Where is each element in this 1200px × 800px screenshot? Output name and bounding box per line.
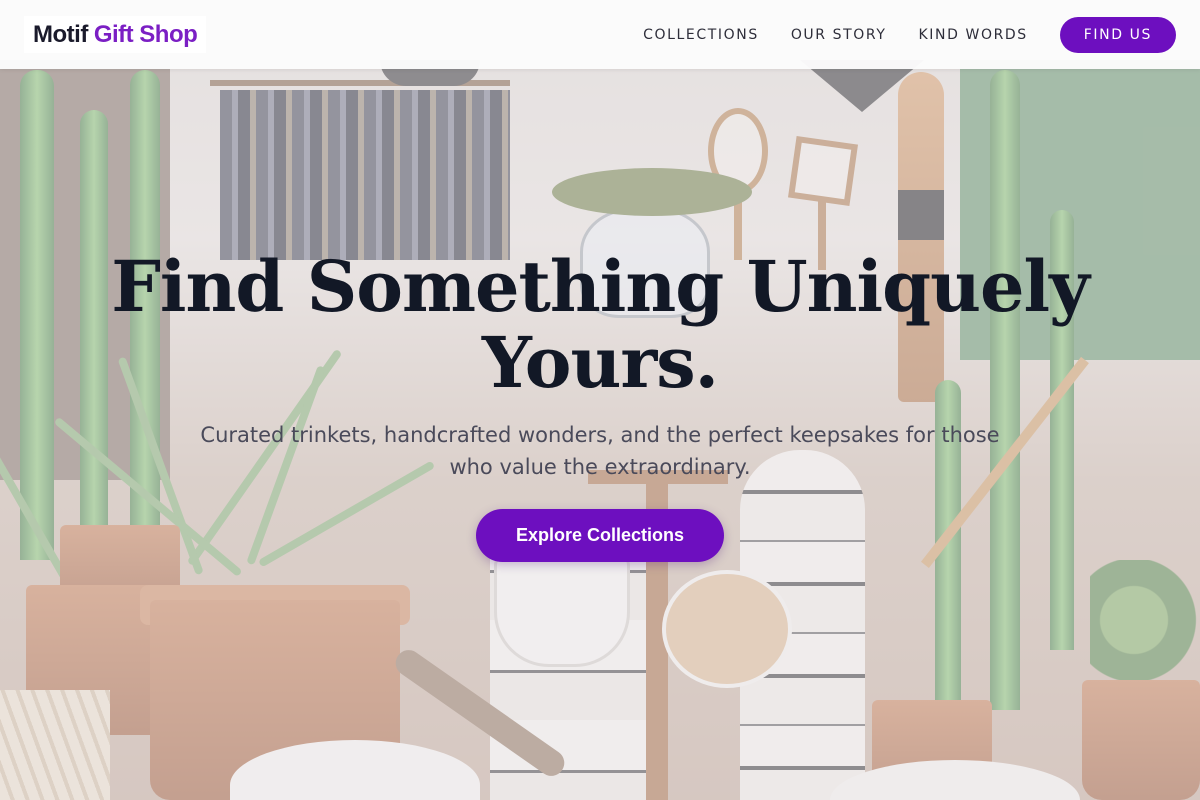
nav-link-collections[interactable]: COLLECTIONS <box>643 27 759 43</box>
site-logo[interactable]: Motif Gift Shop <box>24 16 207 53</box>
logo-text-main: Motif <box>33 20 88 48</box>
main-nav: COLLECTIONS OUR STORY KIND WORDS FIND US <box>611 16 1176 53</box>
hero-title: Find Something Uniquely Yours. <box>111 245 1090 404</box>
explore-collections-button[interactable]: Explore Collections <box>476 509 724 562</box>
logo-text-accent: Gift Shop <box>93 20 198 48</box>
nav-link-our-story[interactable]: OUR STORY <box>791 27 887 43</box>
find-us-button[interactable]: FIND US <box>1059 16 1176 53</box>
hero-subtitle: Curated trinkets, handcrafted wonders, a… <box>200 423 1000 479</box>
hero-section: Find Something Uniquely Yours. Curated t… <box>0 69 1200 800</box>
site-header: Motif Gift Shop COLLECTIONS OUR STORY KI… <box>0 0 1200 69</box>
nav-link-kind-words[interactable]: KIND WORDS <box>919 27 1028 43</box>
